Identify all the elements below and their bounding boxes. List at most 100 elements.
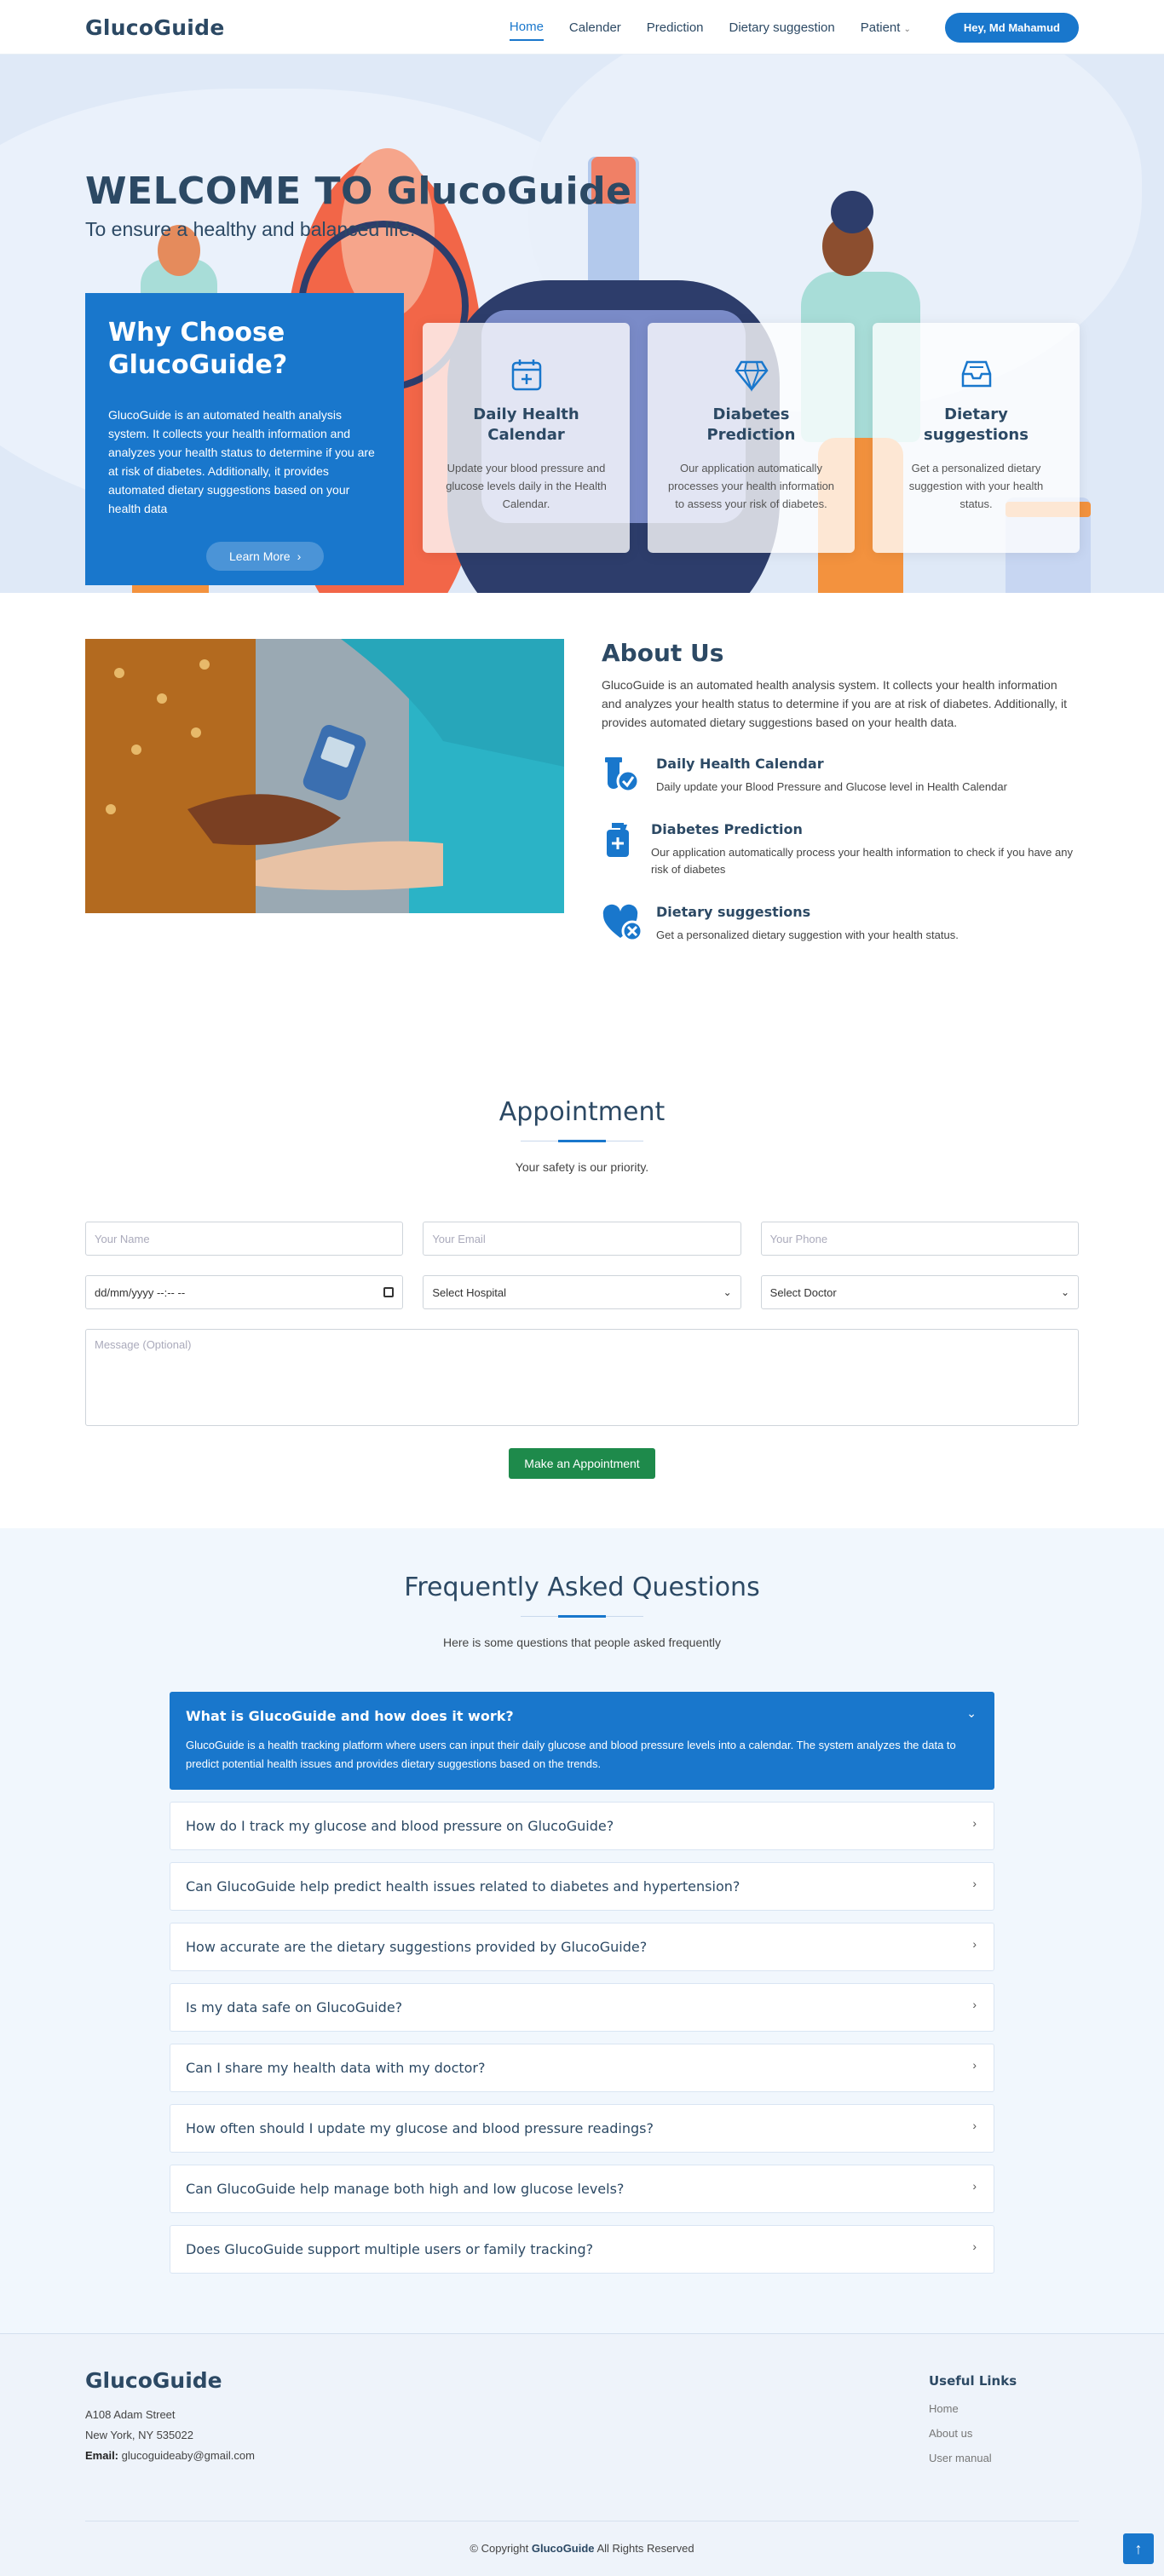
chevron-right-icon[interactable]: › (972, 2119, 977, 2132)
nav-patient[interactable]: Patient ⌄ (861, 15, 911, 40)
email-input[interactable]: Your Email (423, 1222, 741, 1256)
phone-input[interactable]: Your Phone (760, 1222, 1079, 1256)
feature-card-title: Daily Health Calendar (473, 405, 579, 444)
section-subtitle: Here is some questions that people asked… (442, 1636, 722, 1649)
section-subtitle: Your safety is our priority. (515, 1160, 649, 1174)
faq-question[interactable]: How accurate are the dietary suggestions… (186, 1939, 978, 1955)
about-title: About Us (602, 639, 724, 667)
calendar-plus-icon (441, 357, 611, 398)
make-appointment-button[interactable]: Make an Appointment (509, 1448, 655, 1479)
faq-question[interactable]: Can GlucoGuide help predict health issue… (186, 1878, 978, 1895)
hospital-select-value: Select Hospital (432, 1285, 507, 1299)
test-tube-icon (602, 756, 646, 795)
faq-item[interactable]: Does GlucoGuide support multiple users o… (170, 2225, 994, 2274)
chevron-down-icon: ⌄ (903, 24, 911, 34)
chevron-right-icon: › (297, 549, 302, 563)
footer-link-home[interactable]: Home (929, 2402, 1079, 2415)
chevron-right-icon[interactable]: › (972, 2240, 977, 2253)
footer-address-line: New York, NY 535022 (85, 2429, 193, 2441)
faq-answer: GlucoGuide is a health tracking platform… (186, 1739, 956, 1770)
faq-item[interactable]: Can I share my health data with my docto… (170, 2044, 994, 2092)
about-item-title: Diabetes Prediction (651, 821, 803, 837)
feature-card-prediction[interactable]: Diabetes Prediction Our application auto… (648, 323, 855, 553)
chevron-right-icon[interactable]: › (972, 1998, 977, 2011)
why-choose-text: GlucoGuide is an automated health analys… (108, 408, 375, 515)
about-image (85, 639, 564, 913)
faq-question[interactable]: What is GlucoGuide and how does it work? (186, 1708, 978, 1724)
doctor-select[interactable]: Select Doctor ⌄ (760, 1275, 1079, 1309)
faq-item[interactable]: Can GlucoGuide help manage both high and… (170, 2165, 994, 2213)
nav-dietary-suggestion[interactable]: Dietary suggestion (729, 15, 835, 40)
inbox-icon (891, 357, 1061, 398)
faq-item[interactable]: How accurate are the dietary suggestions… (170, 1923, 994, 1971)
message-textarea[interactable]: Message (Optional) (85, 1329, 1079, 1426)
feature-card-calendar[interactable]: Daily Health Calendar Update your blood … (423, 323, 630, 553)
main-nav: Home Calender Prediction Dietary suggest… (509, 12, 1079, 43)
about-item-prediction: Diabetes Prediction Our application auto… (602, 821, 1079, 878)
nav-patient-label: Patient (860, 20, 901, 35)
faq-item[interactable]: Is my data safe on GlucoGuide? › (170, 1983, 994, 2032)
faq-item[interactable]: How often should I update my glucose and… (170, 2104, 994, 2153)
learn-more-label: Learn More (229, 549, 291, 563)
faq-section: Frequently Asked Questions Here is some … (0, 1528, 1164, 2333)
footer-useful-links: Useful Links Home About us User manual (929, 2368, 1079, 2476)
copyright-suffix: All Rights Reserved (596, 2542, 694, 2555)
chevron-right-icon[interactable]: › (972, 2058, 977, 2072)
feature-card-dietary[interactable]: Dietary suggestions Get a personalized d… (873, 323, 1080, 553)
hero-section: WELCOME TO GlucoGuide To ensure a health… (0, 55, 1164, 593)
footer-contact: GlucoGuide A108 Adam Street New York, NY… (85, 2368, 255, 2476)
feature-card-text: Update your blood pressure and glucose l… (446, 462, 607, 510)
copyright: © Copyright GlucoGuide All Rights Reserv… (0, 2521, 1164, 2576)
footer-email: glucoguideaby@gmail.com (121, 2449, 255, 2462)
back-to-top-button[interactable]: ↑ (1123, 2533, 1154, 2564)
chevron-right-icon[interactable]: › (972, 1877, 977, 1890)
faq-question[interactable]: Does GlucoGuide support multiple users o… (186, 2241, 978, 2257)
doctor-hair (831, 191, 873, 233)
nav-calender[interactable]: Calender (569, 15, 621, 40)
logo[interactable]: GlucoGuide (85, 15, 225, 40)
hospital-select[interactable]: Select Hospital ⌄ (423, 1275, 741, 1309)
footer-link-about-us[interactable]: About us (929, 2427, 1079, 2440)
faq-item[interactable]: What is GlucoGuide and how does it work?… (170, 1692, 994, 1790)
faq-question[interactable]: Can I share my health data with my docto… (186, 2060, 978, 2076)
chevron-down-icon: ⌄ (723, 1286, 732, 1298)
chevron-down-icon[interactable]: ⌄ (966, 1706, 977, 1721)
faq-question[interactable]: Can GlucoGuide help manage both high and… (186, 2181, 978, 2197)
footer-address-line: A108 Adam Street (85, 2408, 176, 2421)
about-section: About Us GlucoGuide is an automated heal… (0, 593, 1164, 1029)
doctor-select-value: Select Doctor (769, 1285, 837, 1299)
about-item-dietary: Dietary suggestions Get a personalized d… (602, 904, 1079, 944)
feature-card-title: Dietary suggestions (924, 405, 1029, 444)
footer-email-label: Email: (85, 2449, 119, 2462)
appointment-heading: Appointment Your safety is our priority. (85, 1097, 1079, 1174)
chevron-right-icon[interactable]: › (972, 1816, 977, 1830)
date-input[interactable]: dd/mm/yyyy --:-- -- (85, 1275, 404, 1309)
medicine-bottle-icon (602, 821, 641, 860)
date-input-value: dd/mm/yyyy --:-- -- (95, 1285, 186, 1299)
faq-question[interactable]: Is my data safe on GlucoGuide? (186, 1999, 978, 2015)
about-item-text: Daily update your Blood Pressure and Glu… (656, 780, 1007, 793)
faq-question[interactable]: How often should I update my glucose and… (186, 2120, 978, 2136)
feature-card-text: Our application automatically processes … (667, 462, 835, 510)
name-input[interactable]: Your Name (85, 1222, 404, 1256)
about-item-text: Get a personalized dietary suggestion wi… (656, 929, 959, 941)
copyright-prefix: © Copyright (470, 2542, 529, 2555)
footer-logo: GlucoGuide (85, 2368, 222, 2393)
faq-list: What is GlucoGuide and how does it work?… (170, 1692, 994, 2274)
feature-card-title: Diabetes Prediction (706, 405, 796, 444)
faq-item[interactable]: Can GlucoGuide help predict health issue… (170, 1862, 994, 1911)
footer-link-user-manual[interactable]: User manual (929, 2452, 1079, 2464)
nav-prediction[interactable]: Prediction (647, 15, 704, 40)
copyright-brand: GlucoGuide (531, 2542, 595, 2555)
learn-more-button[interactable]: Learn More › (206, 542, 325, 571)
faq-item[interactable]: How do I track my glucose and blood pres… (170, 1802, 994, 1850)
footer-links-title: Useful Links (929, 2373, 1017, 2389)
chevron-right-icon[interactable]: › (972, 2179, 977, 2193)
faq-question[interactable]: How do I track my glucose and blood pres… (186, 1818, 978, 1834)
chevron-right-icon[interactable]: › (972, 1937, 977, 1951)
faq-heading: Frequently Asked Questions Here is some … (85, 1573, 1079, 1649)
user-button[interactable]: Hey, Md Mahamud (944, 12, 1079, 43)
hero-subtitle: To ensure a healthy and balanced life. (85, 218, 416, 240)
calendar-icon[interactable] (383, 1287, 395, 1297)
nav-home[interactable]: Home (509, 14, 544, 41)
